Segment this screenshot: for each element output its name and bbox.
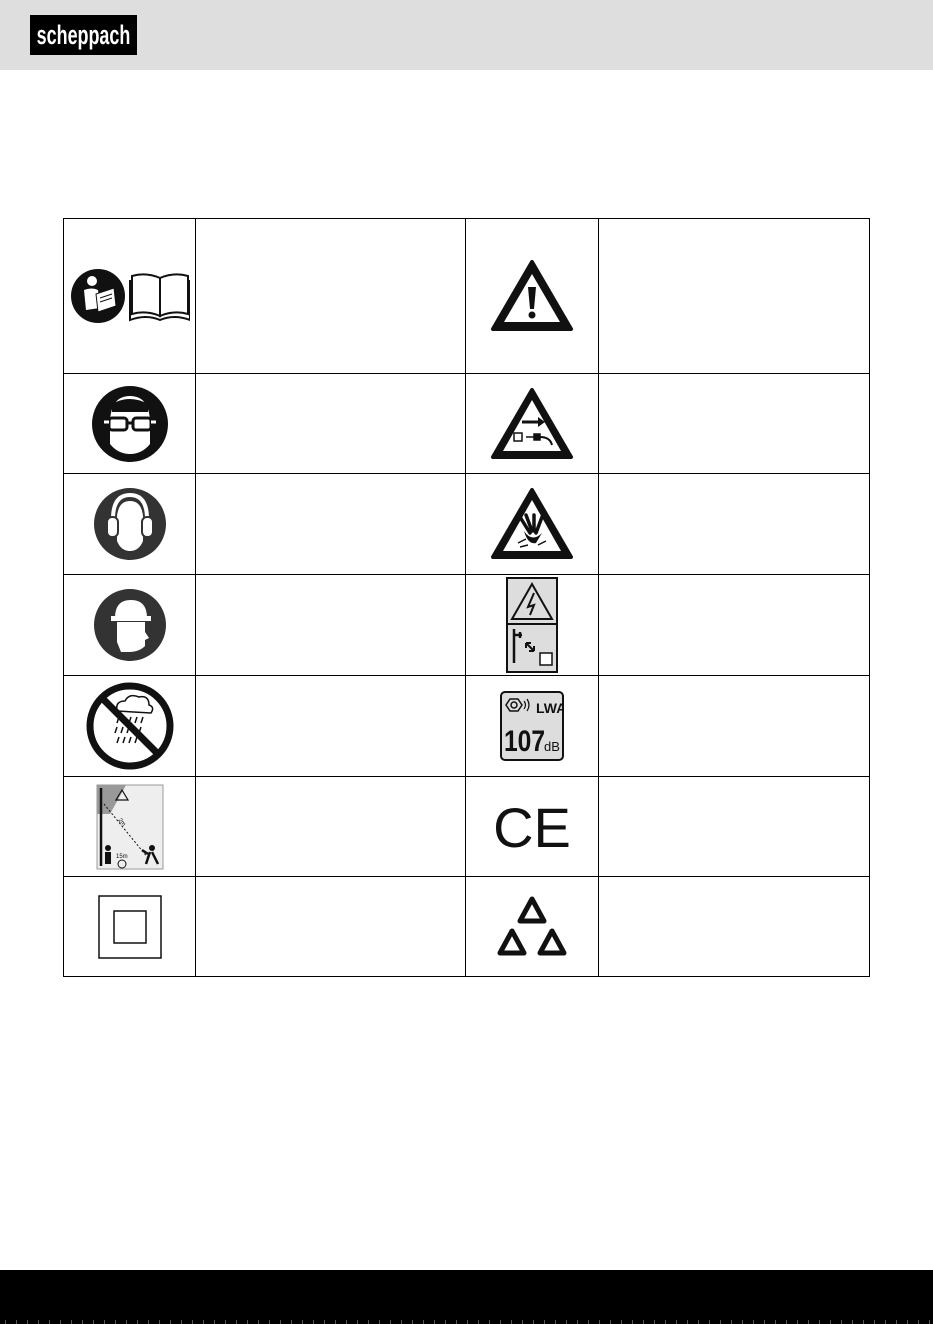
sound-power-level-icon: LWA 107 dB — [465, 675, 599, 777]
symbol-description — [598, 675, 870, 777]
symbol-description — [195, 675, 466, 777]
symbol-description — [195, 473, 466, 575]
symbol-description — [598, 574, 870, 676]
page-footer — [0, 1270, 933, 1324]
symbol-table: LWA 107 dB 2m 15m CE — [63, 218, 870, 977]
ce-mark-text: CE — [495, 799, 569, 855]
read-manual-icon — [63, 218, 196, 374]
symbol-row — [63, 473, 870, 575]
recycling-triangles-icon — [465, 876, 599, 977]
sound-level-label: LWA — [536, 700, 564, 716]
symbol-description — [598, 218, 870, 374]
symbol-row — [63, 373, 870, 474]
symbol-description — [598, 473, 870, 575]
symbol-description — [195, 876, 466, 977]
power-line-distance-icon — [465, 574, 599, 676]
unplug-before-maintenance-icon — [465, 373, 599, 474]
footer-pattern — [0, 1320, 933, 1324]
scheppach-logo: scheppach — [30, 15, 137, 55]
symbol-description — [195, 373, 466, 474]
distance-label-15m: 15m — [116, 854, 128, 860]
safety-distance-icon: 2m 15m — [63, 776, 196, 877]
symbol-row — [63, 218, 870, 374]
sound-level-value: 107 — [504, 724, 545, 758]
ear-protection-icon — [63, 473, 196, 575]
ce-mark-icon: CE — [465, 776, 599, 877]
warning-triangle-icon — [465, 218, 599, 374]
eye-protection-icon — [63, 373, 196, 474]
page-header: scheppach — [0, 0, 933, 70]
logo-text: scheppach — [37, 21, 131, 50]
head-protection-icon — [63, 574, 196, 676]
symbol-description — [598, 373, 870, 474]
cutting-hazard-icon — [465, 473, 599, 575]
no-rain-icon — [63, 675, 196, 777]
symbol-row: LWA 107 dB — [63, 675, 870, 777]
symbol-row — [63, 876, 870, 977]
symbol-description — [195, 218, 466, 374]
symbol-description — [195, 776, 466, 877]
symbol-row: 2m 15m CE — [63, 776, 870, 877]
symbol-description — [598, 876, 870, 977]
symbol-description — [195, 574, 466, 676]
protection-class-ii-icon — [63, 876, 196, 977]
symbol-description — [598, 776, 870, 877]
sound-level-unit: dB — [544, 739, 560, 754]
symbol-row — [63, 574, 870, 676]
